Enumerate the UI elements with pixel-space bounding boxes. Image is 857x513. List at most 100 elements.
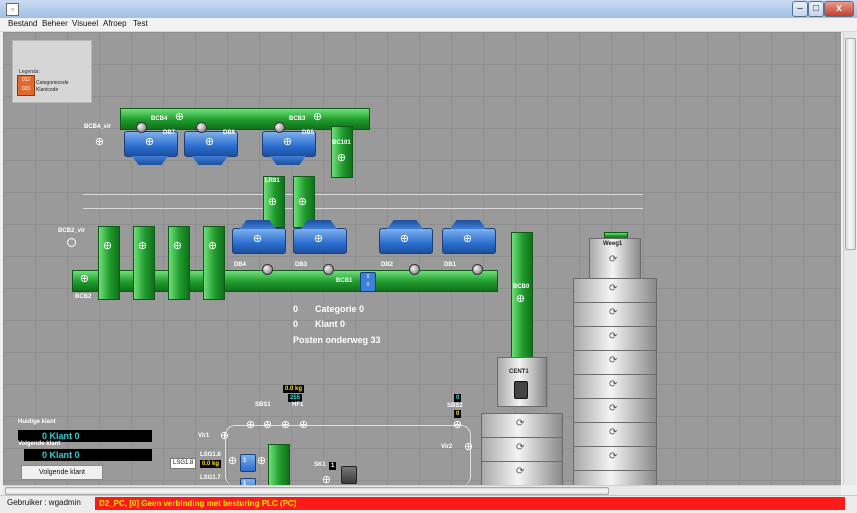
crosshair-icon[interactable]: ⊕ <box>298 420 309 431</box>
hopper-db3[interactable]: ⊕ <box>293 226 347 266</box>
valve-icon[interactable] <box>196 122 207 133</box>
label-bcb3: BCB3 <box>289 116 306 122</box>
tank-segment <box>573 470 657 485</box>
conveyor-bcb2-4[interactable] <box>203 226 225 300</box>
rotate-icon: ⟳ <box>609 379 618 390</box>
vertical-scrollbar[interactable] <box>843 32 856 485</box>
rail-top <box>83 194 643 195</box>
volgende-klant-display: 0 Klant 0 <box>24 449 152 461</box>
crosshair-icon[interactable]: ⊕ <box>102 241 113 252</box>
crosshair-icon[interactable]: ⊕ <box>219 431 230 442</box>
crosshair-icon[interactable]: ⊕ <box>312 112 323 123</box>
rotate-icon: ⟳ <box>609 331 618 342</box>
conveyor-bcb2-2[interactable] <box>133 226 155 300</box>
legend-panel: Legenda: 012 023 Categoriecode Klantcode <box>12 40 92 103</box>
info-klant: Klant 0 <box>315 319 346 329</box>
conveyor-bcb2-1[interactable] <box>98 226 120 300</box>
valve-icon[interactable] <box>323 264 334 275</box>
valve-icon[interactable] <box>409 264 420 275</box>
crosshair-icon[interactable]: ⊕ <box>79 274 90 285</box>
crosshair-icon[interactable]: ⊕ <box>245 420 256 431</box>
sensor-icon[interactable] <box>67 238 76 247</box>
crosshair-icon[interactable]: ⊕ <box>256 456 267 467</box>
legend-swatch-bottom: 023 <box>21 86 31 92</box>
crosshair-icon[interactable]: ⊕ <box>94 137 105 148</box>
rotate-icon: ⟳ <box>609 355 618 366</box>
label-lr81: LR81 <box>265 178 280 184</box>
rotate-icon: ⟳ <box>516 466 525 477</box>
horizontal-scrollbar[interactable] <box>3 485 841 495</box>
crosshair-icon[interactable]: ⊕ <box>174 112 185 123</box>
hopper-db1[interactable]: ⊕ <box>442 226 496 266</box>
minimize-button[interactable]: – <box>792 1 808 17</box>
menu-bestand[interactable]: Bestand <box>8 19 37 28</box>
lsg18-value: 1 <box>243 458 247 464</box>
crosshair-icon[interactable]: ⊕ <box>399 234 410 245</box>
crosshair-icon[interactable]: ⊕ <box>262 420 273 431</box>
crosshair-icon[interactable]: ⊕ <box>336 153 347 164</box>
tag-lsg18[interactable]: LSG1.8 <box>170 458 197 469</box>
value-readout-cyan: 255 <box>288 394 303 402</box>
horizontal-scroll-thumb[interactable] <box>5 487 609 495</box>
crosshair-icon[interactable]: ⊕ <box>204 137 215 148</box>
info-posten: Posten onderweg 33 <box>293 335 381 345</box>
crosshair-icon[interactable]: ⊕ <box>313 234 324 245</box>
info-cat-count: 0 <box>293 304 299 314</box>
valve-icon[interactable] <box>472 264 483 275</box>
crosshair-icon[interactable]: ⊕ <box>463 442 474 453</box>
weight-readout-side: 0.0 kg <box>200 460 222 468</box>
crosshair-icon[interactable]: ⊕ <box>515 294 526 305</box>
label-bcb2-vir: BCB2_vir <box>58 228 86 234</box>
crosshair-icon[interactable]: ⊕ <box>297 197 308 208</box>
process-canvas[interactable]: Legenda: 012 023 Categoriecode Klantcode… <box>3 32 841 485</box>
label-bcb0: BCB0 <box>513 284 530 290</box>
rotate-icon: ⟳ <box>609 427 618 438</box>
grey-motor-icon[interactable] <box>341 466 357 484</box>
valve-icon[interactable] <box>262 264 273 275</box>
crosshair-icon[interactable]: ⊕ <box>267 197 278 208</box>
label-weeg1: Weeg1 <box>603 241 623 247</box>
alarm-message[interactable]: D2_PC, [0] Geen verbinding met besturing… <box>95 497 845 510</box>
conveyor-bcb2-3[interactable] <box>168 226 190 300</box>
crosshair-icon[interactable]: ⊕ <box>172 241 183 252</box>
label-hf1: HF1 <box>292 402 304 408</box>
menu-beheer[interactable]: Beheer <box>42 19 68 28</box>
valve-icon[interactable] <box>136 122 147 133</box>
title-bar: ▫ – □ x <box>0 0 857 19</box>
carrier-bcb1[interactable]: 00 <box>360 272 376 292</box>
crosshair-icon[interactable]: ⊕ <box>144 137 155 148</box>
status-bar: Gebruiker : wgadmin D2_PC, [0] Geen verb… <box>0 495 857 513</box>
rail-bottom <box>83 208 643 209</box>
volgende-klant-button[interactable]: Volgende klant <box>21 465 103 480</box>
grey-motor-icon[interactable] <box>514 381 528 399</box>
maximize-button[interactable]: □ <box>808 1 824 17</box>
crosshair-icon[interactable]: ⊕ <box>321 475 332 486</box>
hopper-db4[interactable]: ⊕ <box>232 226 286 266</box>
vertical-scroll-thumb[interactable] <box>845 38 856 250</box>
crosshair-icon[interactable]: ⊕ <box>462 234 473 245</box>
label-bcb4: BCB4 <box>151 116 168 122</box>
menu-afroep[interactable]: Afroep <box>103 19 127 28</box>
rotate-icon: ⟳ <box>609 254 618 265</box>
crosshair-icon[interactable]: ⊕ <box>452 420 463 431</box>
rotate-icon: ⟳ <box>609 451 618 462</box>
menu-test[interactable]: Test <box>133 19 148 28</box>
conveyor-lower[interactable] <box>268 444 290 485</box>
label-sk1: SK1 <box>314 462 326 468</box>
crosshair-icon[interactable]: ⊕ <box>207 241 218 252</box>
rotate-icon: ⟳ <box>516 442 525 453</box>
label-db1: DB1 <box>444 262 457 268</box>
close-button[interactable]: x <box>824 1 854 17</box>
weight-readout-top: 0.0 kg <box>283 385 305 393</box>
valve-icon[interactable] <box>274 122 285 133</box>
crosshair-icon[interactable]: ⊕ <box>252 234 263 245</box>
hopper-db2[interactable]: ⊕ <box>379 226 433 266</box>
crosshair-icon[interactable]: ⊕ <box>282 137 293 148</box>
menu-bar: Bestand Beheer Visueel Afroep Test <box>0 18 857 32</box>
crosshair-icon[interactable]: ⊕ <box>137 241 148 252</box>
status-user: Gebruiker : wgadmin <box>7 498 81 507</box>
menu-visueel[interactable]: Visueel <box>72 19 98 28</box>
crosshair-icon[interactable]: ⊕ <box>227 456 238 467</box>
label-bcb4-vir: BCB4_vir <box>84 124 112 130</box>
crosshair-icon[interactable]: ⊕ <box>280 420 291 431</box>
